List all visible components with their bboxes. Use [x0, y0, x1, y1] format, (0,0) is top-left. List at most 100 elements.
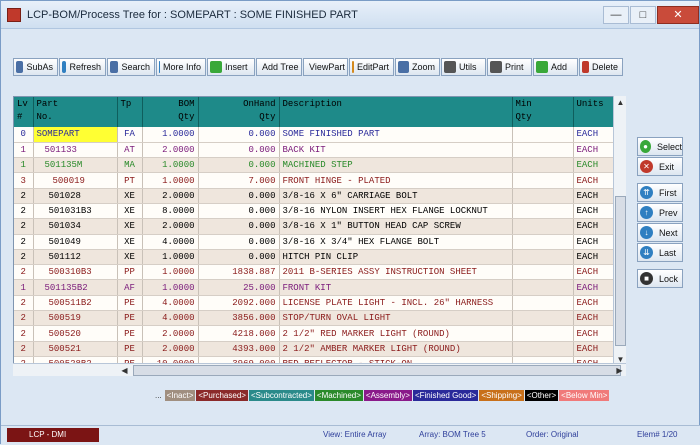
- vertical-scrollbar[interactable]: ▲ ▼: [613, 96, 626, 366]
- cell-lv: 2: [14, 325, 34, 342]
- table-row[interactable]: 0 SOMEPART FA 1.0000 0.000 SOME FINISHED PART…: [14, 127, 625, 143]
- legend-item: <Below Min>: [559, 390, 610, 401]
- table-row[interactable]: 2 500521 PE 2.0000 4393.000 2 1/2" AMBER MARK…: [14, 341, 625, 357]
- cell-onhand: 0.000: [198, 188, 280, 204]
- toolbar-button-label: ViewPart: [309, 62, 345, 72]
- subas-button[interactable]: SubAs: [13, 58, 58, 76]
- cell-part: 500019: [33, 172, 118, 189]
- table-row[interactable]: 2 500511B2 PE 4.0000 2092.000 LICENSE PLATE L…: [14, 295, 625, 312]
- minimize-button[interactable]: —: [603, 5, 629, 24]
- search-button[interactable]: Search: [107, 58, 155, 76]
- insert-button[interactable]: Insert: [207, 58, 255, 76]
- add-tree-button[interactable]: Add Tree: [256, 58, 302, 76]
- table-row[interactable]: 2 501049 XE 4.0000 0.000 3/8-16 X 3/4" HEX FL…: [14, 234, 625, 250]
- cell-min: [512, 249, 574, 266]
- status-view: View: Entire Array: [323, 430, 387, 439]
- cell-bom: 1.0000: [142, 249, 199, 266]
- vertical-scroll-thumb[interactable]: [615, 196, 626, 346]
- table-row[interactable]: 2 500519 PE 4.0000 3856.000 STOP/TURN OVAL LI…: [14, 310, 625, 327]
- cell-bom: 2.0000: [142, 142, 199, 159]
- table-row[interactable]: 1 501135B2 AF 1.0000 25.000 FRONT KIT EACH: [14, 279, 625, 296]
- cell-part: 501135M: [33, 157, 118, 174]
- toolbar-button-label: Utils: [459, 62, 477, 72]
- cell-min: [512, 188, 574, 204]
- last-button[interactable]: ⇊ Last: [637, 243, 683, 262]
- viewpart-button[interactable]: ViewPart: [303, 58, 348, 76]
- column-header[interactable]: Part No.: [33, 97, 118, 127]
- insert-icon: [210, 61, 222, 73]
- table-row[interactable]: 1 501135M MA 1.0000 0.000 MACHINED STEP EACH: [14, 157, 625, 174]
- table-row[interactable]: 2 500310B3 PP 1.0000 1838.887 2011 B-SERIES A…: [14, 264, 625, 281]
- cell-desc: 3/8-16 X 1" BUTTON HEAD CAP SCREW: [279, 218, 513, 235]
- cell-min: [512, 157, 574, 174]
- column-header[interactable]: Min Qty: [512, 97, 574, 127]
- cell-tp: FA: [117, 127, 143, 143]
- refresh-button[interactable]: Refresh: [59, 58, 106, 76]
- delete-button[interactable]: Delete: [579, 58, 623, 76]
- toolbar-button-label: More Info: [162, 62, 201, 72]
- column-header-line1: Lv: [17, 99, 28, 109]
- horizontal-scroll-thumb[interactable]: [133, 365, 621, 376]
- table-row[interactable]: 3 500019 PT 1.0000 7.000 FRONT HINGE - PLATED…: [14, 172, 625, 189]
- cell-bom: 1.0000: [142, 279, 199, 296]
- column-header[interactable]: Lv #: [14, 97, 34, 127]
- bom-grid[interactable]: Lv # Part No. Tp BOM Qty OnHand Qty Description Mi…: [13, 96, 626, 376]
- cell-onhand: 0.000: [198, 218, 280, 235]
- next-button[interactable]: ↓ Next: [637, 223, 683, 242]
- refresh-icon: [62, 61, 67, 73]
- cell-lv: 2: [14, 234, 34, 250]
- more-info-button[interactable]: More Info: [156, 58, 206, 76]
- zoom-button[interactable]: Zoom: [395, 58, 440, 76]
- maximize-button[interactable]: □: [630, 5, 656, 24]
- column-header-line2: No.: [36, 112, 53, 122]
- table-row[interactable]: 2 500520 PE 2.0000 4218.000 2 1/2" RED MARKER…: [14, 325, 625, 342]
- legend-item: <Assembly>: [363, 390, 412, 401]
- lock-button[interactable]: ■ Lock: [637, 269, 683, 288]
- cell-desc: FRONT HINGE - PLATED: [279, 172, 513, 189]
- cell-lv: 1: [14, 279, 34, 296]
- table-row[interactable]: 2 501028 XE 2.0000 0.000 3/8-16 X 6" CARRIAGE…: [14, 188, 625, 204]
- prev-button[interactable]: ↑ Prev: [637, 203, 683, 222]
- cell-tp: AF: [117, 279, 143, 296]
- cell-lv: 2: [14, 188, 34, 204]
- print-button[interactable]: Print: [487, 58, 532, 76]
- column-header[interactable]: BOM Qty: [142, 97, 199, 127]
- toolbar-button-label: Search: [121, 62, 150, 72]
- scroll-left-icon[interactable]: ◀: [118, 364, 131, 377]
- table-row[interactable]: 2 501112 XE 1.0000 0.000 HITCH PIN CLIP EACH: [14, 249, 625, 266]
- column-header[interactable]: Description: [279, 97, 513, 127]
- column-header-line2: Tp: [120, 99, 132, 109]
- select-icon: ●: [640, 140, 651, 153]
- side-button-label: Next: [659, 227, 678, 238]
- legend-item: <Shipping>: [479, 390, 524, 401]
- cell-onhand: 25.000: [198, 279, 280, 296]
- first-button[interactable]: ⇈ First: [637, 183, 683, 202]
- search-icon: [110, 61, 119, 73]
- cell-tp: MA: [117, 157, 143, 174]
- cell-part: 500521: [33, 341, 118, 357]
- exit-button[interactable]: ✕ Exit: [637, 157, 683, 176]
- cell-tp: PE: [117, 310, 143, 327]
- legend-item: <Other>: [524, 390, 559, 401]
- select-button[interactable]: ● Select: [637, 137, 683, 156]
- cell-bom: 4.0000: [142, 234, 199, 250]
- column-header-line1: BOM: [178, 99, 195, 109]
- cell-part: SOMEPART: [33, 127, 118, 143]
- table-row[interactable]: 1 501133 AT 2.0000 0.000 BACK KIT EACH: [14, 142, 625, 159]
- add-button[interactable]: Add: [533, 58, 578, 76]
- table-row[interactable]: 2 501034 XE 2.0000 0.000 3/8-16 X 1" BUTTON H…: [14, 218, 625, 235]
- cell-bom: 1.0000: [142, 127, 199, 143]
- table-row[interactable]: 2 501031B3 XE 8.0000 0.000 3/8-16 NYLON INSER…: [14, 203, 625, 220]
- scroll-right-icon[interactable]: ▶: [613, 364, 626, 377]
- side-button-label: Select: [656, 141, 682, 152]
- scroll-up-icon[interactable]: ▲: [614, 96, 627, 109]
- editpart-button[interactable]: EditPart: [349, 58, 394, 76]
- column-header[interactable]: OnHand Qty: [198, 97, 280, 127]
- close-button[interactable]: ✕: [657, 5, 699, 24]
- info-icon: [159, 61, 160, 73]
- app-icon: [7, 7, 21, 22]
- column-header[interactable]: Tp: [117, 97, 143, 127]
- horizontal-scrollbar[interactable]: ◀ ▶: [13, 363, 626, 376]
- utils-button[interactable]: Utils: [441, 58, 486, 76]
- next-icon: ↓: [640, 226, 653, 239]
